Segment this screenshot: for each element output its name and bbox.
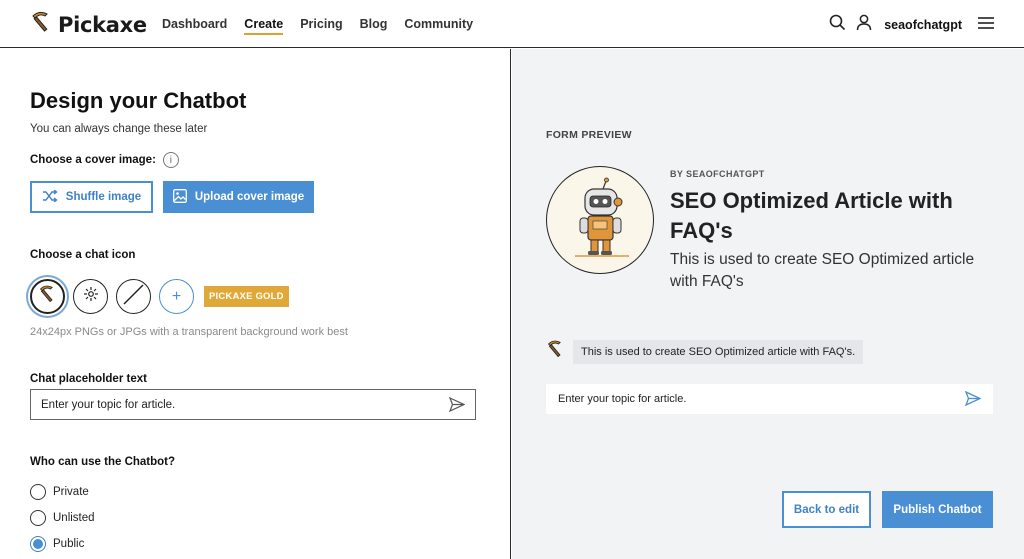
logo-text: Pickaxe — [58, 12, 147, 37]
nav-pricing[interactable]: Pricing — [300, 17, 342, 35]
preview-chat-placeholder: Enter your topic for article. — [558, 393, 687, 405]
access-option-unlisted-label: Unlisted — [53, 512, 95, 524]
shuffle-icon — [42, 188, 58, 205]
access-option-public[interactable]: Public — [30, 536, 84, 552]
access-option-private[interactable]: Private — [30, 484, 89, 500]
radio-private[interactable] — [30, 484, 46, 500]
user-icon[interactable] — [856, 14, 872, 36]
radio-public[interactable] — [30, 536, 46, 552]
chatbot-byline: BY SEAOFCHATGPT — [670, 169, 765, 179]
chat-icon-option-pickaxe[interactable] — [30, 279, 65, 314]
chatbot-avatar — [546, 166, 654, 274]
intro-message-row: This is used to create SEO Optimized art… — [546, 339, 864, 364]
preview-chat-input[interactable]: Enter your topic for article. — [546, 384, 993, 414]
chat-icon-option-sparkle[interactable] — [73, 279, 108, 314]
chat-icon-option-none[interactable] — [116, 279, 151, 314]
preview-panel: FORM PREVIEW BY SEAOFCHATGPT SEO Optimiz… — [512, 49, 1024, 559]
upload-cover-image-button[interactable]: Upload cover image — [163, 181, 314, 213]
intro-message: This is used to create SEO Optimized art… — [573, 339, 864, 364]
top-header: Pickaxe Dashboard Create Pricing Blog Co… — [0, 0, 1024, 48]
pickaxe-icon — [38, 284, 58, 309]
placeholder-input[interactable]: Enter your topic for article. — [30, 389, 476, 420]
sparkle-icon — [83, 286, 99, 307]
add-chat-icon-button[interactable]: + — [159, 279, 194, 314]
placeholder-input-value: Enter your topic for article. — [41, 398, 176, 411]
access-option-private-label: Private — [53, 486, 89, 498]
menu-icon[interactable] — [978, 16, 994, 35]
send-icon — [448, 396, 466, 415]
upload-cover-image-label: Upload cover image — [194, 191, 305, 203]
design-panel: Design your Chatbot You can always chang… — [0, 49, 511, 559]
send-icon[interactable] — [964, 390, 982, 409]
chatbot-description: This is used to create SEO Optimized art… — [670, 251, 975, 290]
plus-icon: + — [171, 287, 182, 305]
info-icon[interactable]: i — [162, 152, 179, 168]
nav-dashboard[interactable]: Dashboard — [162, 17, 227, 35]
cover-image-label-text: Choose a cover image: — [30, 154, 156, 166]
chat-icon-label: Choose a chat icon — [30, 249, 136, 261]
shuffle-image-label: Shuffle image — [65, 191, 142, 203]
pickaxe-icon — [30, 10, 54, 39]
placeholder-label: Chat placeholder text — [30, 373, 147, 385]
chatbot-title: SEO Optimized Article with FAQ's — [670, 188, 953, 243]
no-icon — [117, 278, 150, 316]
pickaxe-icon — [546, 339, 566, 364]
logo[interactable]: Pickaxe — [30, 10, 147, 39]
main-nav: Dashboard Create Pricing Blog Community — [162, 17, 473, 35]
icon-hint: 24x24px PNGs or JPGs with a transparent … — [30, 326, 348, 338]
publish-chatbot-button[interactable]: Publish Chatbot — [882, 491, 993, 528]
header-actions: seaofchatgpt — [829, 14, 994, 36]
page-subtitle: You can always change these later — [30, 123, 208, 135]
nav-blog[interactable]: Blog — [360, 17, 388, 35]
robot-illustration — [575, 177, 629, 257]
nav-create[interactable]: Create — [244, 17, 284, 35]
access-option-public-label: Public — [53, 538, 85, 550]
search-icon[interactable] — [829, 14, 846, 36]
radio-unlisted[interactable] — [30, 510, 46, 526]
cover-image-label: Choose a cover image: i — [30, 152, 179, 168]
access-label: Who can use the Chatbot? — [30, 456, 176, 468]
back-to-edit-button[interactable]: Back to edit — [782, 491, 871, 528]
nav-community[interactable]: Community — [404, 17, 473, 35]
access-option-unlisted[interactable]: Unlisted — [30, 510, 95, 526]
username[interactable]: seaofchatgpt — [884, 18, 962, 32]
preview-label: FORM PREVIEW — [546, 129, 632, 141]
image-icon — [172, 188, 187, 206]
page-title: Design your Chatbot — [30, 88, 247, 113]
pickaxe-gold-badge: PICKAXE GOLD — [204, 286, 289, 307]
shuffle-image-button[interactable]: Shuffle image — [30, 181, 153, 213]
